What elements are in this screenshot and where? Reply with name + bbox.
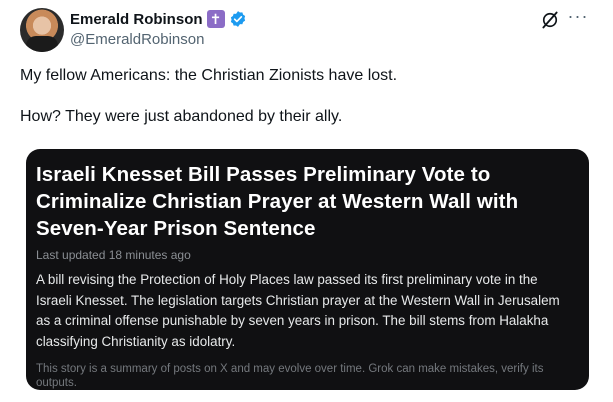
cross-badge-icon: ✝	[206, 10, 225, 28]
handle[interactable]: @EmeraldRobinson	[70, 31, 204, 48]
grok-icon[interactable]	[540, 10, 560, 30]
tweet-paragraph-1: My fellow Americans: the Christian Zioni…	[20, 67, 398, 84]
more-icon[interactable]: ···	[566, 7, 590, 28]
grok-story-card[interactable]: Israeli Knesset Bill Passes Preliminary …	[26, 149, 589, 390]
avatar[interactable]	[20, 8, 64, 52]
card-summary: A bill revising the Protection of Holy P…	[36, 272, 560, 349]
card-disclaimer: This story is a summary of posts on X an…	[36, 363, 544, 389]
display-name[interactable]: Emerald Robinson	[70, 11, 203, 28]
card-updated-time: Last updated 18 minutes ago	[36, 248, 191, 262]
tweet-text: My fellow Americans: the Christian Zioni…	[20, 66, 590, 127]
card-title: Israeli Knesset Bill Passes Preliminary …	[36, 163, 519, 240]
tweet: Emerald Robinson ✝ @EmeraldRobinson ··· …	[0, 0, 613, 402]
author-row: Emerald Robinson ✝	[70, 9, 247, 29]
verified-badge-icon	[230, 11, 245, 27]
tweet-paragraph-2: How? They were just abandoned by their a…	[20, 108, 343, 125]
